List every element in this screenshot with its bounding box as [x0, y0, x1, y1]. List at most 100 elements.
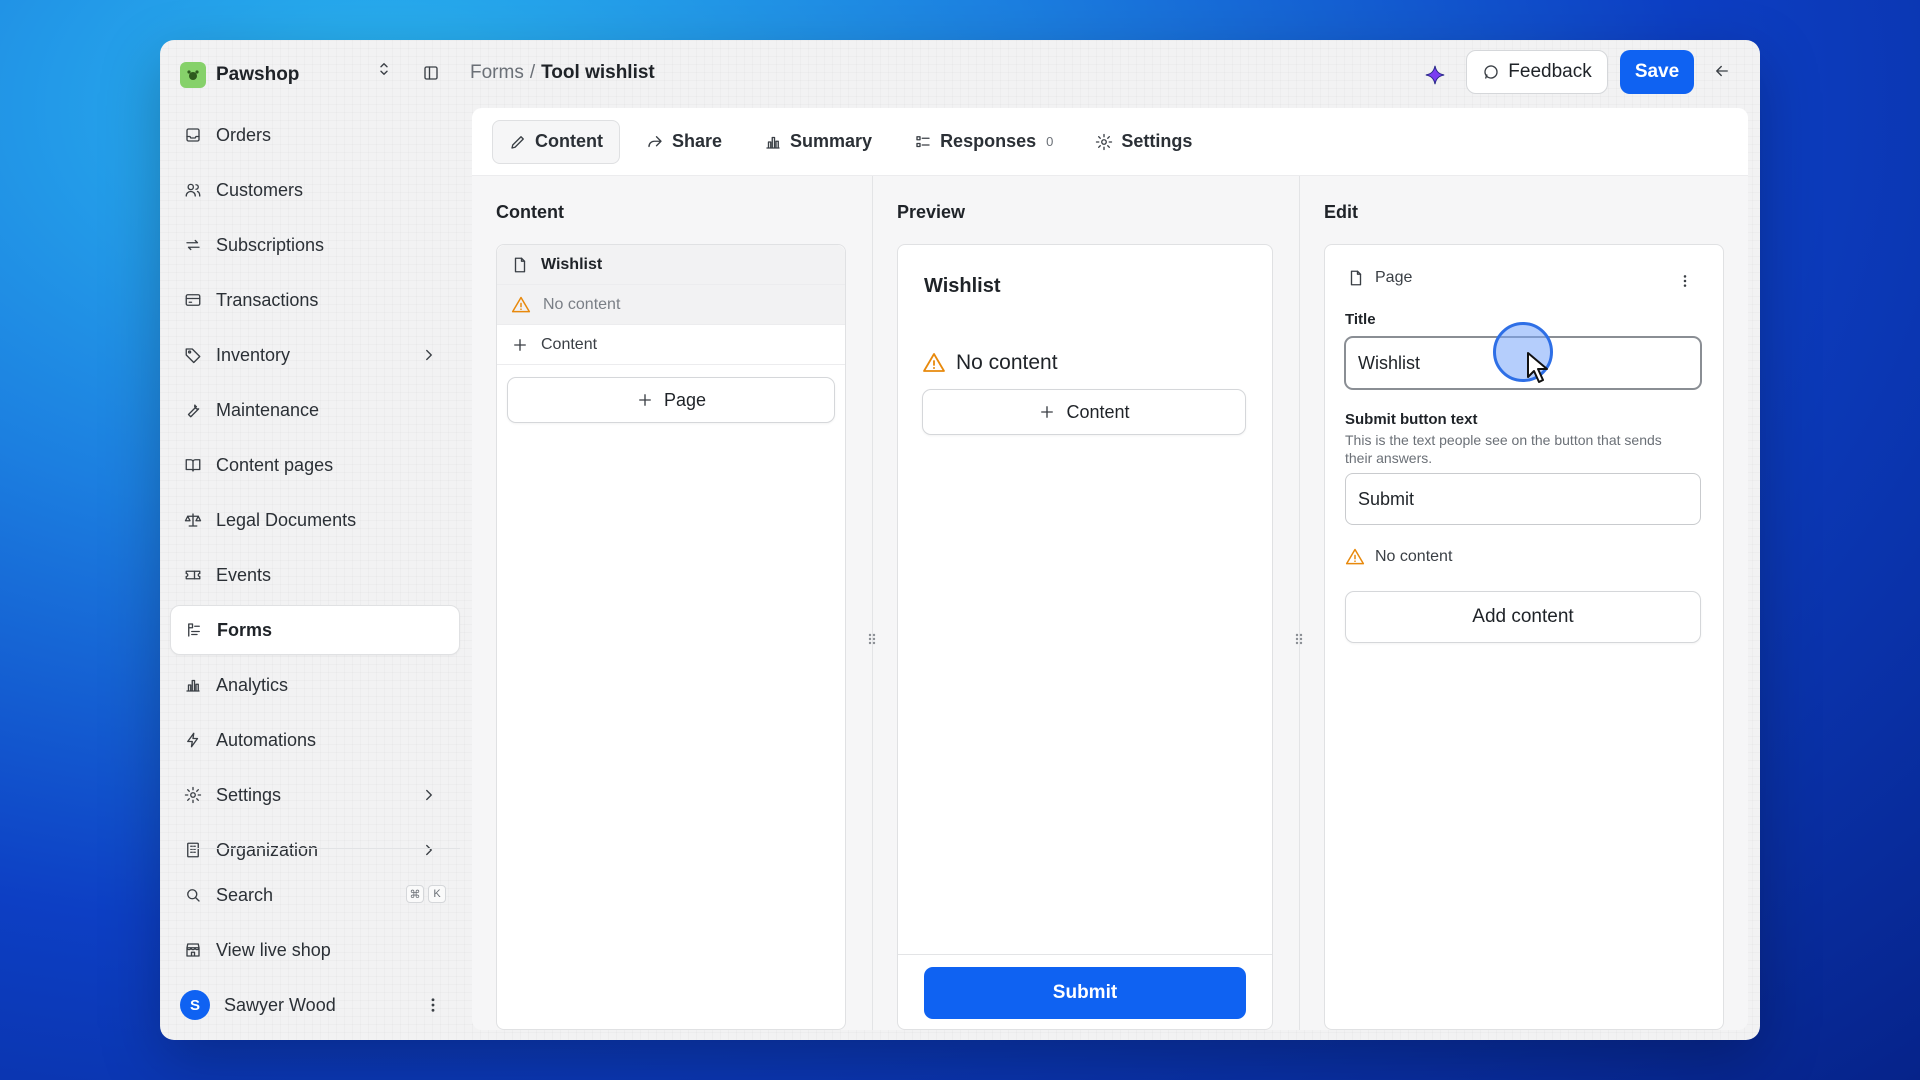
tab-settings[interactable]: Settings — [1079, 120, 1208, 164]
shortcut-key: ⌘ — [406, 885, 424, 903]
responses-count: 0 — [1046, 134, 1054, 149]
tree-warning-label: No content — [543, 295, 621, 313]
sidebar-item-settings[interactable]: Settings — [170, 770, 460, 820]
warning-icon — [923, 353, 945, 372]
content-column-title: Content — [496, 202, 564, 222]
inbox-icon — [186, 128, 200, 142]
submit-text-input[interactable] — [1345, 473, 1701, 525]
sidebar-item-label: Legal Documents — [216, 509, 357, 530]
view-live-shop-label: View live shop — [216, 939, 331, 960]
tree-add-content-label: Content — [541, 335, 598, 353]
sidebar-item-forms[interactable]: Forms — [170, 605, 460, 655]
chevron-right-icon — [426, 349, 432, 361]
sidebar-item-transactions[interactable]: Transactions — [170, 275, 460, 325]
sidebar-item-customers[interactable]: Customers — [170, 165, 460, 215]
wrench-icon — [187, 404, 200, 418]
feedback-button[interactable]: Feedback — [1466, 50, 1608, 94]
preview-submit-button[interactable]: Submit — [924, 967, 1246, 1019]
search-icon — [187, 889, 200, 902]
sidebar-item-legal-documents[interactable]: Legal Documents — [170, 495, 460, 545]
main-panel: Content Share Summary Responses 0 Settin… — [472, 108, 1748, 1030]
sidebar-item-events[interactable]: Events — [170, 550, 460, 600]
sidebar-item-analytics[interactable]: Analytics — [170, 660, 460, 710]
sidebar: Orders Customers Subscriptions Transacti… — [170, 110, 460, 880]
sidebar-item-subscriptions[interactable]: Subscriptions — [170, 220, 460, 270]
app-window: Pawshop Forms / Tool wishlist Feedback S… — [160, 40, 1760, 1040]
tree-add-content[interactable]: Content — [497, 325, 845, 365]
shop-logo-icon — [180, 62, 206, 88]
view-live-shop-link[interactable]: View live shop — [170, 925, 460, 975]
edit-block-type-label: Page — [1375, 269, 1413, 286]
building-icon — [187, 842, 199, 858]
chevron-up-down-icon[interactable] — [375, 60, 393, 78]
plus-icon — [1041, 406, 1054, 418]
tab-label: Responses — [940, 131, 1037, 151]
sidebar-item-label: Events — [216, 564, 272, 585]
arrow-left-icon[interactable] — [1713, 62, 1731, 80]
save-button[interactable]: Save — [1620, 50, 1694, 94]
content-column: Content Wishlist No content Content Page — [472, 176, 872, 1030]
message-circle-icon — [1484, 65, 1498, 79]
shop-switcher[interactable]: Pawshop — [180, 58, 400, 92]
plus-icon — [514, 338, 526, 351]
file-icon — [514, 257, 526, 272]
tab-summary[interactable]: Summary — [748, 120, 888, 164]
sidebar-item-maintenance[interactable]: Maintenance — [170, 385, 460, 435]
users-icon — [185, 183, 201, 197]
bar-chart-icon — [186, 679, 200, 692]
tree-page-label: Wishlist — [541, 255, 603, 273]
avatar: S — [180, 990, 210, 1020]
sidebar-item-automations[interactable]: Automations — [170, 715, 460, 765]
sidebar-item-label: Customers — [216, 179, 304, 200]
preview-column-title: Preview — [897, 202, 966, 222]
kebab-menu-icon[interactable] — [424, 996, 442, 1014]
repeat-icon — [186, 239, 200, 251]
preview-add-content-label: Content — [1066, 401, 1130, 422]
edit-block-type: Page — [1347, 269, 1412, 287]
sidebar-divider — [190, 848, 460, 849]
tab-share[interactable]: Share — [630, 120, 738, 164]
sidebar-item-inventory[interactable]: Inventory — [170, 330, 460, 380]
pencil-icon — [511, 135, 524, 149]
sidebar-item-label: Settings — [216, 784, 282, 805]
storefront-icon — [186, 943, 200, 957]
add-content-button[interactable]: Add content — [1345, 591, 1701, 643]
preview-warning: No content — [922, 351, 1058, 375]
credit-card-icon — [185, 294, 201, 306]
sidebar-item-orders[interactable]: Orders — [170, 110, 460, 160]
sidebar-item-label: Maintenance — [216, 399, 320, 420]
form-tabs: Content Share Summary Responses 0 Settin… — [472, 108, 1748, 176]
sidebar-search[interactable]: Search ⌘ K — [170, 870, 460, 920]
feedback-label: Feedback — [1508, 61, 1592, 82]
tree-warning-no-content[interactable]: No content — [497, 285, 845, 325]
tree-page-wishlist[interactable]: Wishlist — [497, 245, 845, 285]
warning-icon — [1345, 548, 1365, 565]
tab-content[interactable]: Content — [492, 119, 620, 164]
form-icon — [188, 623, 200, 637]
warning-icon — [511, 296, 531, 312]
preview-page-title: Wishlist — [924, 275, 1001, 297]
sidebar-item-label: Inventory — [216, 344, 291, 365]
preview-card: Wishlist No content Content Submit — [897, 244, 1273, 1030]
search-label: Search — [216, 884, 274, 905]
preview-add-content-button[interactable]: Content — [922, 389, 1246, 435]
breadcrumb-forms-link[interactable]: Forms — [470, 62, 524, 84]
sidebar-item-organization[interactable]: Organization — [170, 825, 460, 875]
add-page-label: Page — [663, 389, 707, 410]
book-icon — [185, 459, 201, 472]
ai-sparkle-button[interactable] — [1418, 58, 1452, 92]
tab-responses[interactable]: Responses 0 — [898, 120, 1069, 164]
kebab-menu-icon[interactable] — [1677, 273, 1693, 289]
chevron-right-icon — [426, 789, 432, 801]
sidebar-toggle-icon[interactable] — [422, 64, 440, 82]
add-page-button[interactable]: Page — [507, 377, 835, 423]
user-menu[interactable]: S Sawyer Wood — [170, 980, 460, 1030]
sidebar-item-content-pages[interactable]: Content pages — [170, 440, 460, 490]
edit-column-title: Edit — [1324, 202, 1358, 222]
submit-field-label: Submit button text — [1345, 411, 1478, 428]
search-shortcut: ⌘ K — [406, 885, 446, 903]
title-field-label: Title — [1345, 311, 1376, 328]
bolt-icon — [187, 732, 199, 748]
breadcrumb-current: Tool wishlist — [541, 62, 655, 83]
chevron-right-icon — [426, 844, 432, 856]
